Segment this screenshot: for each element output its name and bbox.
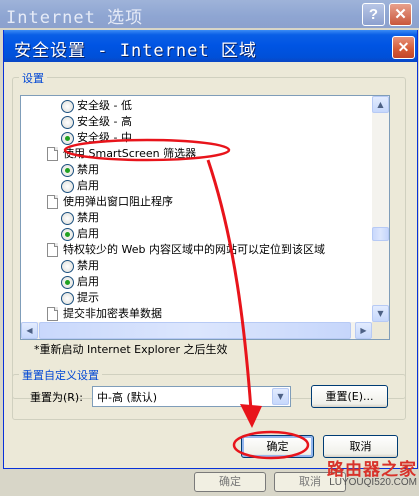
outer-help-button[interactable]: ? (362, 3, 385, 26)
setting-label: 启用 (77, 227, 99, 240)
security-level-select[interactable]: 中-高 (默认) ▼ (92, 386, 291, 407)
radio-checked-icon[interactable] (61, 228, 74, 241)
reset-to-label: 重置为(R): (30, 391, 83, 404)
setting-option[interactable]: 安全级 - 高 (21, 114, 372, 130)
chevron-down-icon[interactable]: ▼ (272, 388, 289, 405)
document-icon (47, 307, 58, 321)
document-icon (47, 195, 58, 209)
setting-label: 安全级 - 低 (77, 99, 132, 112)
radio-checked-icon[interactable] (61, 164, 74, 177)
setting-label: 特权较少的 Web 内容区域中的网站可以定位到该区域 (63, 243, 325, 256)
reset-button[interactable]: 重置(E)... (311, 385, 388, 408)
security-level-value: 中-高 (默认) (97, 391, 158, 404)
setting-option[interactable]: 禁用 (21, 210, 372, 226)
setting-label: 安全级 - 中 (77, 131, 132, 144)
setting-label: 提交非加密表单数据 (63, 307, 162, 320)
setting-label: 使用弹出窗口阻止程序 (63, 195, 173, 208)
radio-checked-icon[interactable] (61, 276, 74, 289)
radio-checked-icon[interactable] (61, 132, 74, 145)
radio-unchecked-icon[interactable] (61, 100, 74, 113)
setting-header: 使用弹出窗口阻止程序 (21, 194, 372, 210)
scroll-down-arrow-icon[interactable]: ▼ (372, 305, 389, 322)
setting-label: 启用 (77, 275, 99, 288)
setting-label: 禁用 (77, 259, 99, 272)
dialog-title: 安全设置 - Internet 区域 (14, 41, 257, 61)
radio-unchecked-icon[interactable] (61, 116, 74, 129)
setting-label: 提示 (77, 291, 99, 304)
settings-list[interactable]: 安全级 - 低安全级 - 高安全级 - 中使用 SmartScreen 筛选器禁… (20, 95, 390, 340)
document-icon (47, 243, 58, 257)
settings-group-label: 设置 (19, 70, 47, 86)
setting-option[interactable]: 启用 (21, 274, 372, 290)
horizontal-scrollbar[interactable]: ◀ ▶ (21, 322, 372, 339)
watermark-logo: 路由器之家 (327, 460, 417, 479)
setting-option[interactable]: 启用 (21, 226, 372, 242)
setting-label: 使用 SmartScreen 筛选器 (63, 147, 197, 160)
radio-unchecked-icon[interactable] (61, 180, 74, 193)
setting-option[interactable]: 启用 (21, 178, 372, 194)
dialog-titlebar: 安全设置 - Internet 区域 ✕ (4, 30, 417, 62)
dialog-close-button[interactable]: ✕ (392, 36, 415, 59)
setting-label: 启用 (77, 179, 99, 192)
setting-label: 安全级 - 高 (77, 115, 132, 128)
setting-option[interactable]: 安全级 - 中 (21, 130, 372, 146)
setting-option[interactable]: 禁用 (21, 258, 372, 274)
setting-header: 提交非加密表单数据 (21, 306, 372, 322)
setting-option[interactable]: 提示 (21, 290, 372, 306)
scroll-right-arrow-icon[interactable]: ▶ (355, 322, 372, 339)
scroll-up-arrow-icon[interactable]: ▲ (372, 96, 389, 113)
scroll-left-arrow-icon[interactable]: ◀ (21, 322, 38, 339)
horizontal-scroll-thumb[interactable] (39, 322, 351, 339)
restart-note: *重新启动 Internet Explorer 之后生效 (34, 343, 228, 356)
radio-unchecked-icon[interactable] (61, 292, 74, 305)
setting-option[interactable]: 禁用 (21, 162, 372, 178)
setting-header: 特权较少的 Web 内容区域中的网站可以定位到该区域 (21, 242, 372, 258)
outer-window-titlebar: Internet 选项 ? ✕ (0, 0, 419, 28)
setting-label: 禁用 (77, 211, 99, 224)
outer-close-button[interactable]: ✕ (389, 3, 412, 26)
reset-group-label: 重置自定义设置 (19, 367, 102, 383)
outer-ok-button[interactable]: 确定 (194, 472, 266, 492)
vertical-scroll-thumb[interactable] (372, 227, 389, 241)
radio-unchecked-icon[interactable] (61, 212, 74, 225)
setting-label: 禁用 (77, 163, 99, 176)
watermark-url: LUYOUQI520.COM (329, 477, 417, 488)
document-icon (47, 147, 58, 161)
setting-option[interactable]: 安全级 - 低 (21, 98, 372, 114)
setting-header: 使用 SmartScreen 筛选器 (21, 146, 372, 162)
watermark: 路由器之家 LUYOUQI520.COM (296, 455, 417, 496)
radio-unchecked-icon[interactable] (61, 260, 74, 273)
outer-window-title: Internet 选项 (6, 8, 144, 28)
vertical-scrollbar[interactable]: ▲ ▼ (372, 96, 389, 322)
scrollbar-corner (372, 322, 389, 339)
